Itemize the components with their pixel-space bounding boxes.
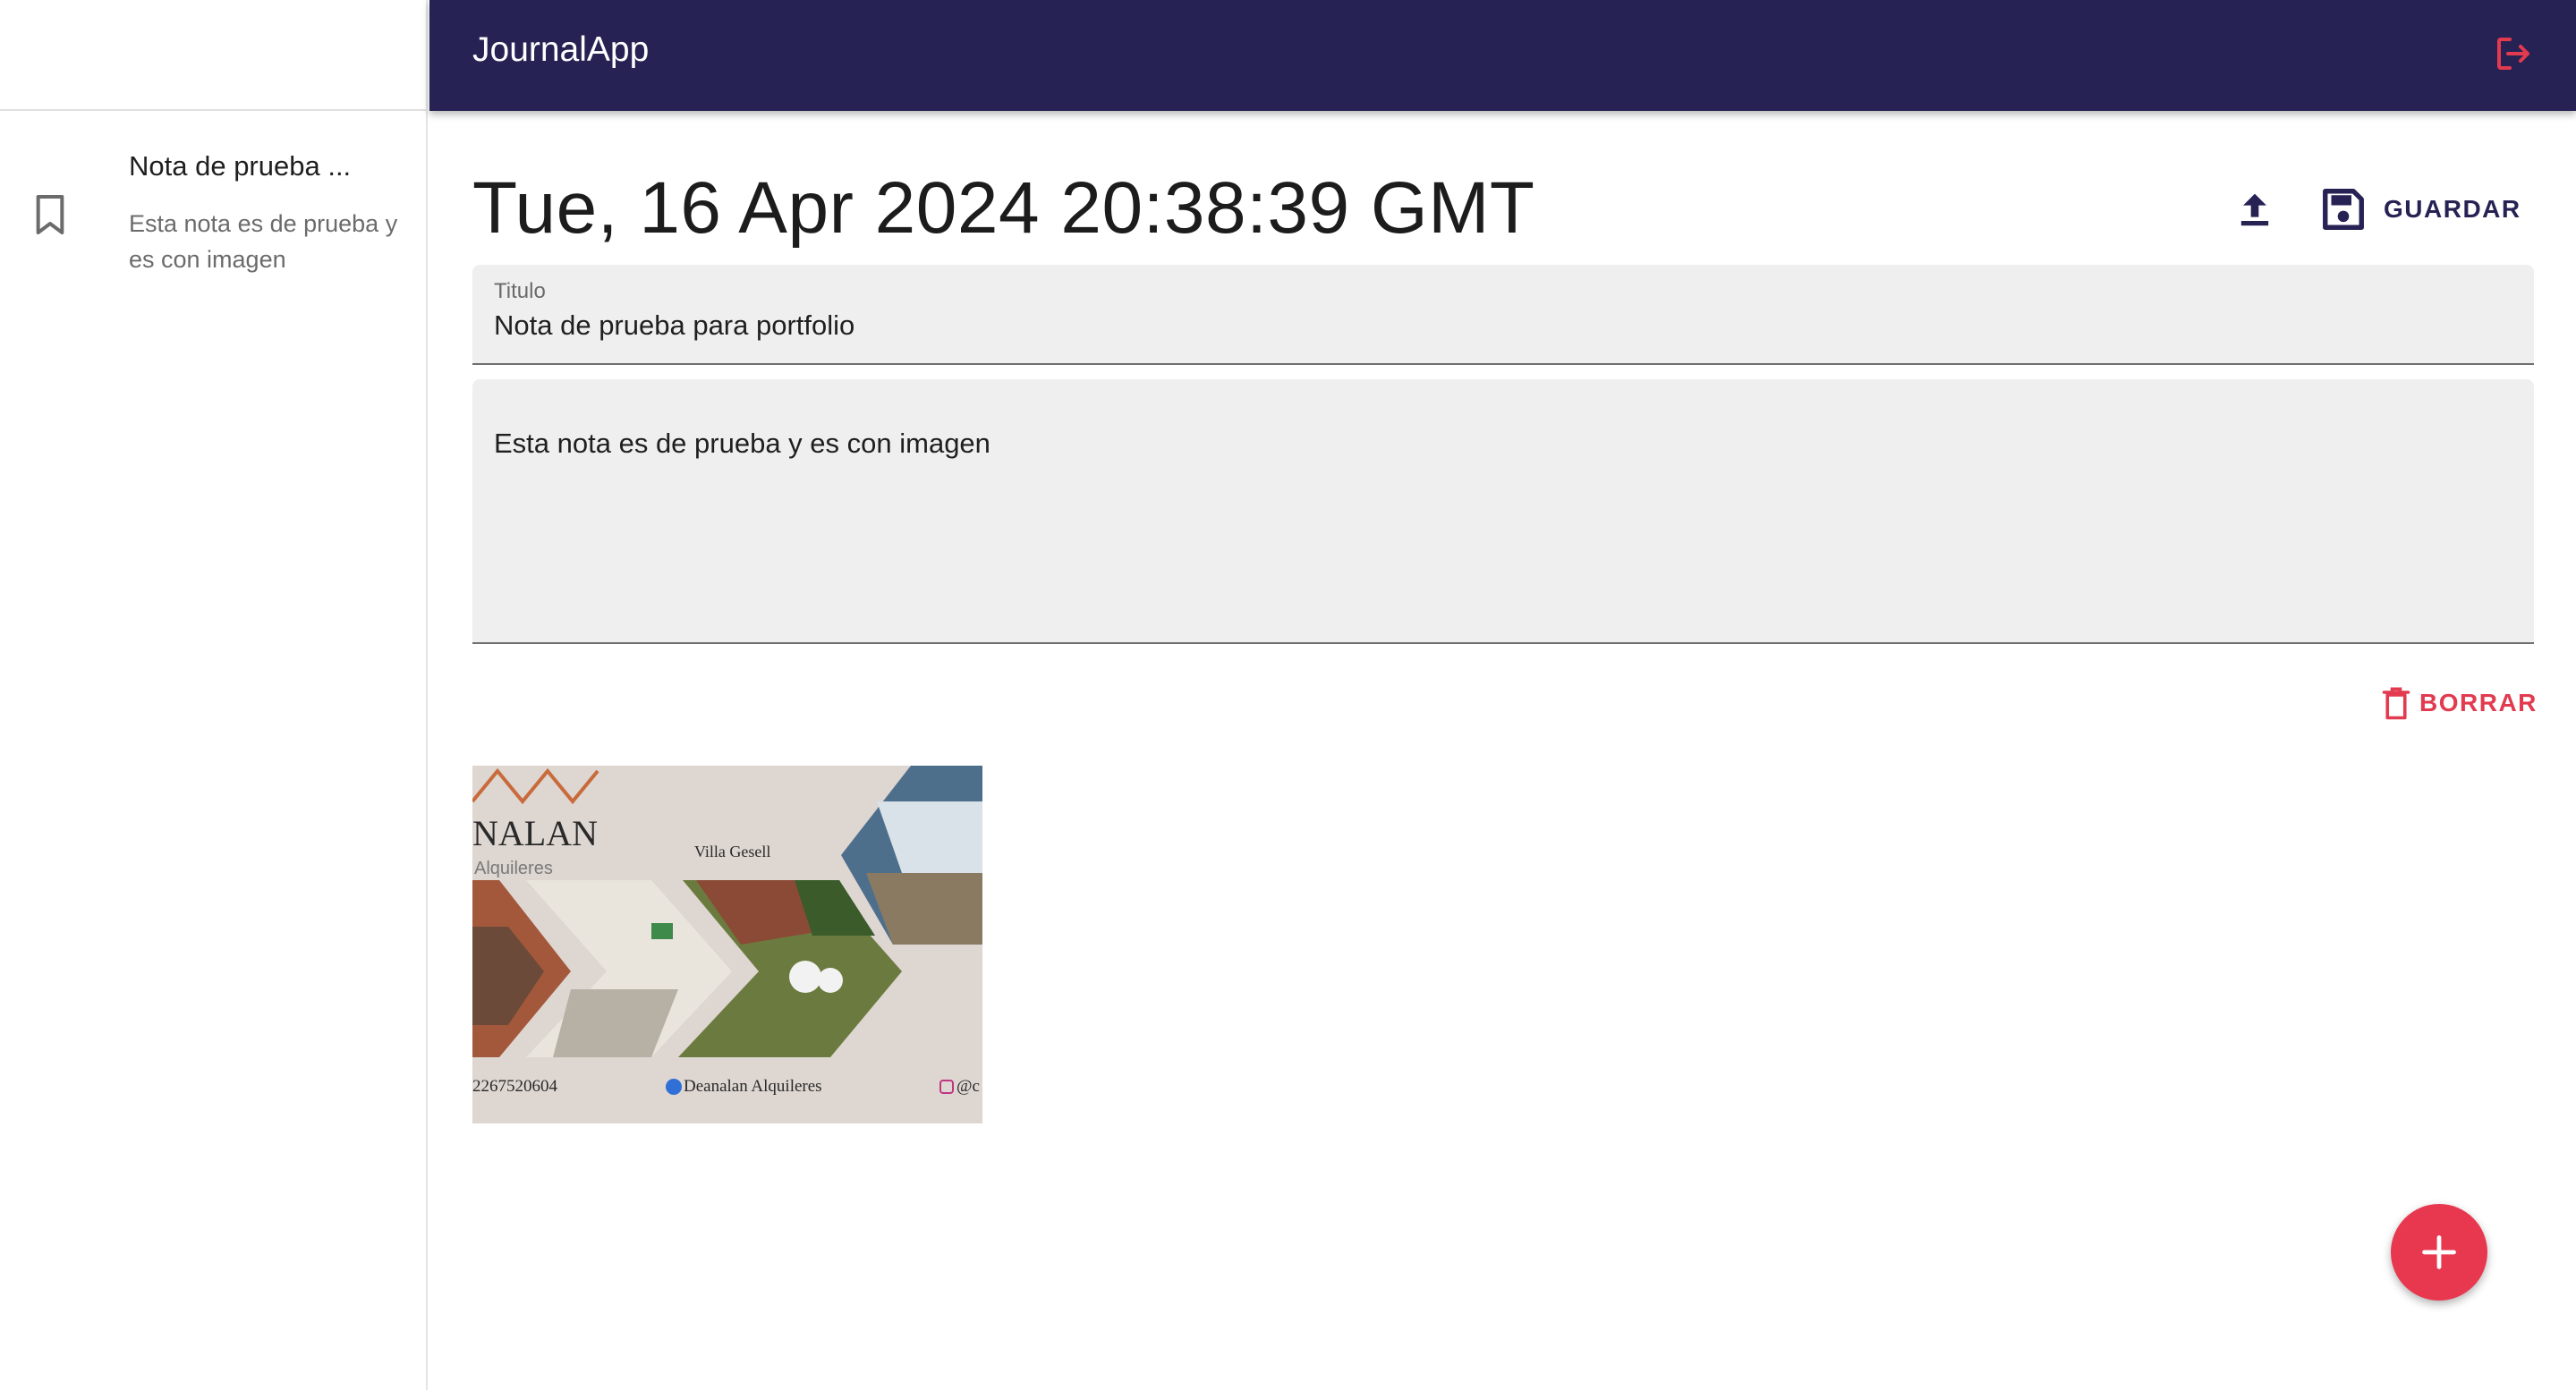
title-field-label: Titulo	[494, 279, 546, 303]
logout-icon[interactable]	[2492, 32, 2535, 75]
image-instagram-label: @c	[956, 1077, 980, 1096]
image-brand: NALAN	[472, 813, 598, 853]
image-brand-sub: Alquileres	[474, 859, 553, 878]
image-instagram: @c	[939, 1077, 980, 1097]
note-date: Tue, 16 Apr 2024 20:38:39 GMT	[472, 167, 1535, 249]
note-image: NALAN Alquileres Villa Gesell 2267520604…	[472, 766, 982, 1123]
sidebar: Nota de prueba ... Esta nota es de prueb…	[0, 0, 428, 1390]
upload-icon[interactable]	[2232, 186, 2278, 233]
instagram-icon	[939, 1080, 954, 1094]
app-title: JournalApp	[472, 30, 650, 69]
sidebar-note-body: Esta nota es de prueba y es con imagen	[129, 210, 398, 273]
image-phone: 2267520604	[472, 1077, 557, 1096]
save-icon	[2323, 189, 2364, 230]
image-facebook: Deanalan Alquileres	[666, 1077, 822, 1097]
body-textarea-value[interactable]: Esta nota es de prueba y es con imagen	[494, 428, 990, 460]
image-facebook-label: Deanalan Alquileres	[684, 1077, 822, 1096]
title-field-value[interactable]: Nota de prueba para portfolio	[494, 309, 854, 342]
facebook-icon	[666, 1079, 682, 1095]
body-textarea[interactable]: Esta nota es de prueba y es con imagen	[472, 379, 2534, 644]
app-bar: JournalApp	[429, 0, 2576, 111]
bookmark-icon	[36, 195, 64, 234]
sidebar-header	[0, 0, 426, 111]
delete-button-label: BORRAR	[2419, 689, 2538, 716]
add-note-button[interactable]	[2391, 1204, 2487, 1301]
sidebar-note-title: Nota de prueba ...	[129, 150, 352, 182]
title-field[interactable]: Titulo Nota de prueba para portfolio	[472, 265, 2534, 365]
plus-icon	[2422, 1235, 2456, 1269]
save-button-label: GUARDAR	[2384, 195, 2521, 223]
delete-button[interactable]: BORRAR	[2380, 685, 2538, 721]
save-button[interactable]: GUARDAR	[2319, 182, 2521, 236]
trash-icon	[2382, 687, 2410, 720]
image-location: Villa Gesell	[694, 843, 771, 860]
